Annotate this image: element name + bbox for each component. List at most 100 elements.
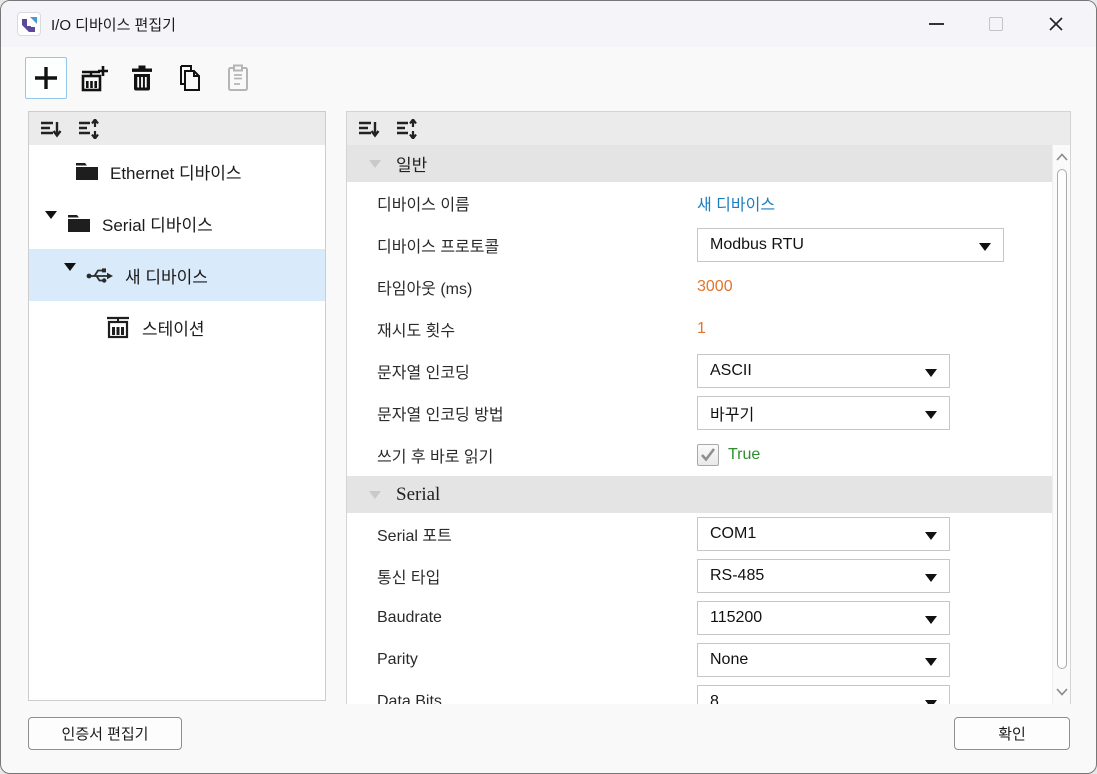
close-icon	[1048, 16, 1064, 32]
serial-port-dropdown[interactable]: COM1	[697, 517, 950, 551]
baudrate-dropdown[interactable]: 115200	[697, 601, 950, 635]
sort-descending-icon	[358, 119, 380, 139]
section-serial[interactable]: Serial	[347, 476, 1053, 513]
property-row-string-encoding-method: 문자열 인코딩 방법 바꾸기	[347, 392, 1053, 434]
sort-reorder-button[interactable]	[77, 118, 101, 140]
device-tree: Ethernet 디바이스 Serial 디바이스	[29, 145, 325, 353]
property-row-timeout: 타임아웃 (ms) 3000	[347, 266, 1053, 308]
tree-item-label: 스테이션	[142, 315, 205, 340]
delete-button[interactable]	[121, 57, 163, 99]
property-row-retry-count: 재시도 횟수 1	[347, 308, 1053, 350]
clipboard-icon	[226, 64, 250, 92]
dropdown-value: 115200	[710, 609, 762, 627]
io-device-editor-window: I/O 디바이스 편집기	[0, 0, 1097, 774]
sort-reorder-icon	[78, 119, 100, 139]
property-label: Data Bits	[347, 693, 697, 704]
scroll-down-button[interactable]	[1053, 682, 1071, 702]
add-station-button[interactable]	[73, 57, 115, 99]
string-encoding-dropdown[interactable]: ASCII	[697, 354, 950, 388]
copy-button[interactable]	[169, 57, 211, 99]
dropdown-arrow-icon	[925, 532, 937, 540]
timeout-value[interactable]: 3000	[697, 278, 733, 296]
folder-icon	[67, 213, 91, 233]
device-protocol-dropdown[interactable]: Modbus RTU	[697, 228, 1004, 262]
dropdown-arrow-icon	[925, 574, 937, 582]
tree-item-serial-devices[interactable]: Serial 디바이스	[29, 197, 325, 249]
property-label: 문자열 인코딩	[347, 359, 697, 383]
property-row-device-name: 디바이스 이름 새 디바이스	[347, 182, 1053, 224]
ok-button[interactable]: 확인	[954, 717, 1070, 750]
dropdown-value: 8	[710, 693, 719, 704]
property-label: Baudrate	[347, 609, 697, 627]
dropdown-arrow-icon	[925, 700, 937, 704]
dropdown-arrow-icon	[925, 616, 937, 624]
property-label: 타임아웃 (ms)	[347, 275, 697, 299]
close-button[interactable]	[1026, 1, 1086, 47]
device-name-value[interactable]: 새 디바이스	[697, 191, 775, 215]
tree-item-new-device[interactable]: 새 디바이스	[29, 249, 325, 301]
maximize-icon	[989, 17, 1003, 31]
maximize-button[interactable]	[966, 1, 1026, 47]
trash-icon	[129, 64, 155, 92]
scrollbar-thumb[interactable]	[1057, 169, 1067, 669]
section-title: 일반	[396, 151, 427, 176]
property-row-device-protocol: 디바이스 프로토콜 Modbus RTU	[347, 224, 1053, 266]
property-row-serial-port: Serial 포트 COM1	[347, 513, 1053, 555]
expander-down-icon[interactable]	[64, 271, 75, 279]
vertical-scrollbar[interactable]	[1052, 145, 1070, 704]
dropdown-arrow-icon	[979, 243, 991, 251]
checkbox-value-label: True	[728, 446, 760, 464]
dropdown-value: RS-485	[710, 567, 764, 585]
section-collapse-icon	[369, 491, 381, 499]
property-label: 디바이스 이름	[347, 191, 697, 215]
property-label: 쓰기 후 바로 읽기	[347, 443, 697, 467]
property-row-read-after-write: 쓰기 후 바로 읽기 True	[347, 434, 1053, 476]
expander-down-icon[interactable]	[45, 219, 56, 227]
minimize-icon	[929, 23, 944, 25]
window-title: I/O 디바이스 편집기	[51, 14, 176, 35]
property-panel-header	[347, 112, 1070, 145]
string-encoding-method-dropdown[interactable]: 바꾸기	[697, 396, 950, 430]
section-collapse-icon	[369, 160, 381, 168]
minimize-button[interactable]	[906, 1, 966, 47]
sort-descending-button[interactable]	[357, 118, 381, 140]
copy-icon	[177, 64, 203, 92]
app-logo-icon	[17, 12, 41, 36]
station-icon	[105, 315, 131, 339]
read-after-write-checkbox[interactable]	[697, 444, 719, 466]
parity-dropdown[interactable]: None	[697, 643, 950, 677]
chevron-down-icon	[1056, 688, 1068, 696]
sort-reorder-button[interactable]	[395, 118, 419, 140]
usb-icon	[86, 266, 114, 284]
dropdown-arrow-icon	[925, 411, 937, 419]
scroll-up-button[interactable]	[1053, 147, 1071, 167]
chevron-up-icon	[1056, 153, 1068, 161]
property-grid: 일반 디바이스 이름 새 디바이스 디바이스 프로토콜 Modbus RTU 타…	[347, 145, 1053, 704]
property-label: 통신 타입	[347, 564, 697, 588]
paste-button	[217, 57, 259, 99]
sort-descending-button[interactable]	[39, 118, 63, 140]
checkmark-icon	[700, 448, 716, 462]
tree-item-ethernet-devices[interactable]: Ethernet 디바이스	[29, 145, 325, 197]
property-row-baudrate: Baudrate 115200	[347, 597, 1053, 639]
certificate-editor-button[interactable]: 인증서 편집기	[28, 717, 182, 750]
sort-reorder-icon	[396, 119, 418, 139]
section-general[interactable]: 일반	[347, 145, 1053, 182]
section-title: Serial	[396, 484, 440, 506]
property-row-comm-type: 통신 타입 RS-485	[347, 555, 1053, 597]
property-row-data-bits: Data Bits 8	[347, 681, 1053, 704]
property-label: 재시도 횟수	[347, 317, 697, 341]
comm-type-dropdown[interactable]: RS-485	[697, 559, 950, 593]
titlebar: I/O 디바이스 편집기	[1, 1, 1096, 47]
property-row-string-encoding: 문자열 인코딩 ASCII	[347, 350, 1053, 392]
tree-item-label: Serial 디바이스	[102, 211, 213, 236]
retry-count-value[interactable]: 1	[697, 320, 706, 338]
sort-descending-icon	[40, 119, 62, 139]
dropdown-arrow-icon	[925, 658, 937, 666]
add-device-button[interactable]	[25, 57, 67, 99]
tree-item-station[interactable]: 스테이션	[29, 301, 325, 353]
station-plus-icon	[79, 64, 109, 92]
data-bits-dropdown[interactable]: 8	[697, 685, 950, 704]
dropdown-value: 바꾸기	[710, 401, 754, 425]
plus-icon	[33, 65, 59, 91]
